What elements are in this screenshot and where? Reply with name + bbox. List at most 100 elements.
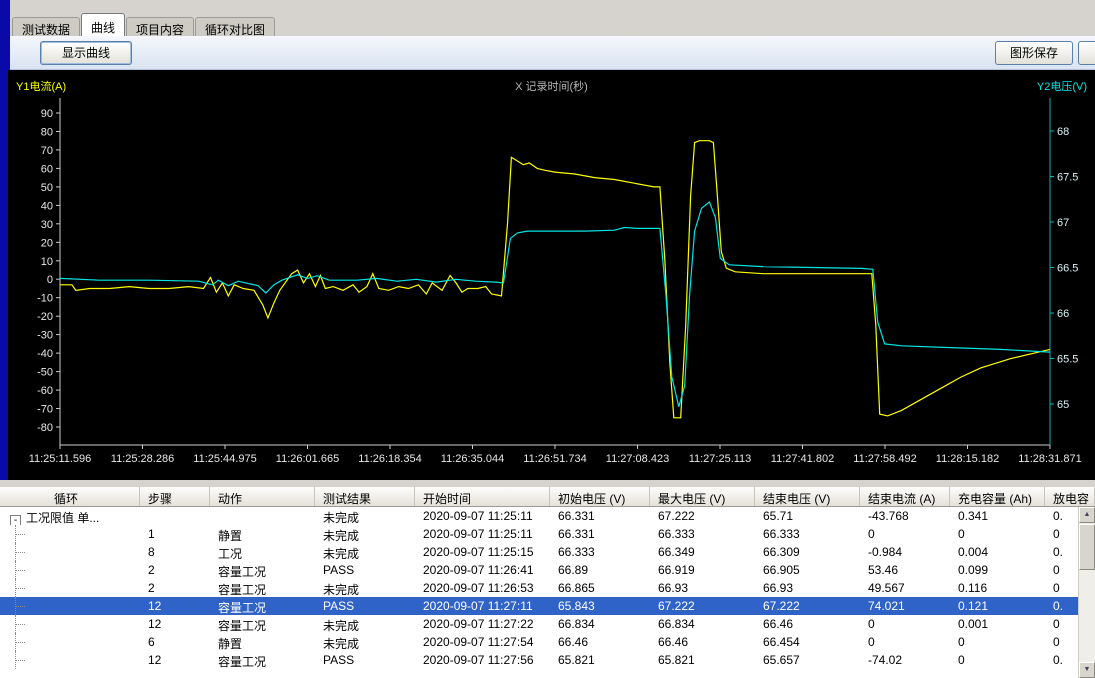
table-row[interactable]: 2容量工况PASS2020-09-07 11:26:4166.8966.9196… [0, 561, 1095, 579]
table-cell: 2020-09-07 11:25:11 [415, 507, 550, 525]
table-cell: 静置 [210, 633, 315, 651]
column-header[interactable]: 初始电压 (V) [550, 487, 650, 506]
table-cell: 容量工况 [210, 597, 315, 615]
svg-text:-70: -70 [37, 404, 53, 416]
table-row[interactable]: 12容量工况PASS2020-09-07 11:27:5665.82165.82… [0, 651, 1095, 669]
table-cell: 66.93 [755, 579, 860, 597]
table-cell: 49.567 [860, 579, 950, 597]
table-cell: 65.71 [755, 507, 860, 525]
table-header: 循环步骤动作测试结果开始时间初始电压 (V)最大电压 (V)结束电压 (V)结束… [0, 487, 1095, 507]
table-cell: 2020-09-07 11:26:53 [415, 579, 550, 597]
svg-text:11:28:15.182: 11:28:15.182 [936, 453, 999, 465]
table-cell: 容量工况 [210, 651, 315, 669]
column-header[interactable]: 放电容 [1045, 487, 1095, 506]
table-row[interactable]: 8工况未完成2020-09-07 11:25:1566.33366.34966.… [0, 543, 1095, 561]
svg-text:11:26:01.665: 11:26:01.665 [276, 453, 339, 465]
table-row[interactable]: -工况限值 单...未完成2020-09-07 11:25:1166.33167… [0, 507, 1095, 525]
column-header[interactable]: 步骤 [140, 487, 210, 506]
column-header[interactable]: 充电容量 (Ah) [950, 487, 1045, 506]
svg-text:11:26:51.734: 11:26:51.734 [523, 453, 586, 465]
panel-divider [0, 480, 1095, 487]
table-cell: 12 [140, 651, 210, 669]
table-cell: PASS [315, 651, 415, 669]
table-row[interactable]: 1静置未完成2020-09-07 11:25:1166.33166.33366.… [0, 525, 1095, 543]
scroll-thumb[interactable] [1079, 524, 1095, 570]
show-curve-button[interactable]: 显示曲线 [40, 41, 132, 65]
column-header[interactable]: 动作 [210, 487, 315, 506]
table-row[interactable]: 12容量工况未完成2020-09-07 11:27:2266.83466.834… [0, 615, 1095, 633]
svg-text:-20: -20 [37, 311, 53, 323]
svg-text:50: 50 [41, 182, 53, 194]
table-cell: 8 [140, 543, 210, 561]
table-cell: 6 [140, 633, 210, 651]
table-cell: 65.821 [550, 651, 650, 669]
table-cell: PASS [315, 561, 415, 579]
column-header[interactable]: 结束电压 (V) [755, 487, 860, 506]
svg-text:11:27:41.802: 11:27:41.802 [771, 453, 834, 465]
table-cell [0, 633, 140, 651]
table-cell: 66.46 [650, 633, 755, 651]
table-cell: 67.222 [650, 507, 755, 525]
table-cell: PASS [315, 597, 415, 615]
table-cell: 66.89 [550, 561, 650, 579]
table-cell: 工况 [210, 543, 315, 561]
table-cell: 66.331 [550, 507, 650, 525]
table-cell: 0.121 [950, 597, 1045, 615]
tree-collapse-icon[interactable]: - [10, 515, 21, 525]
table-row[interactable]: 2容量工况未完成2020-09-07 11:26:5366.86566.9366… [0, 579, 1095, 597]
tree-branch [15, 570, 25, 571]
window-top-strip [10, 0, 1095, 13]
table-cell: -0.984 [860, 543, 950, 561]
tree-branch [15, 642, 25, 643]
svg-text:11:27:58.492: 11:27:58.492 [853, 453, 916, 465]
tab-bar: 测试数据曲线项目内容循环对比图 [10, 13, 1095, 36]
svg-text:11:25:11.596: 11:25:11.596 [29, 453, 92, 465]
svg-text:67.5: 67.5 [1057, 172, 1078, 184]
svg-text:11:27:25.113: 11:27:25.113 [689, 453, 752, 465]
table-cell: 66.309 [755, 543, 860, 561]
table-cell: 0 [950, 633, 1045, 651]
scroll-down-icon[interactable]: ▼ [1079, 662, 1095, 678]
tree-branch [15, 588, 25, 589]
column-header[interactable]: 开始时间 [415, 487, 550, 506]
table-cell: 65.843 [550, 597, 650, 615]
table-vertical-scrollbar[interactable]: ▲ ▼ [1078, 507, 1095, 678]
column-header[interactable]: 最大电压 (V) [650, 487, 755, 506]
svg-text:60: 60 [41, 163, 53, 175]
table-cell: 67.222 [755, 597, 860, 615]
save-graphic-button[interactable]: 图形保存 [995, 41, 1073, 65]
table-row[interactable]: 12容量工况PASS2020-09-07 11:27:1165.84367.22… [0, 597, 1095, 615]
toolbar: 显示曲线 图形保存 曲 [10, 36, 1095, 70]
svg-text:66.5: 66.5 [1057, 263, 1078, 275]
svg-text:11:27:08.423: 11:27:08.423 [606, 453, 669, 465]
table-cell: 2020-09-07 11:25:11 [415, 525, 550, 543]
table-cell: 0.341 [950, 507, 1045, 525]
tab-curve[interactable]: 曲线 [81, 13, 125, 36]
table-cell: 65.821 [650, 651, 755, 669]
table-cell: 容量工况 [210, 561, 315, 579]
table-cell [140, 507, 210, 525]
tab-cycle-compare[interactable]: 循环对比图 [195, 17, 275, 36]
column-header[interactable]: 结束电流 (A) [860, 487, 950, 506]
scroll-up-icon[interactable]: ▲ [1079, 507, 1095, 523]
table-row[interactable]: 6静置未完成2020-09-07 11:27:5466.4666.4666.45… [0, 633, 1095, 651]
save-curve-button[interactable]: 曲 [1078, 41, 1095, 65]
svg-text:-60: -60 [37, 385, 53, 397]
table-cell: 66.919 [650, 561, 755, 579]
column-header[interactable]: 测试结果 [315, 487, 415, 506]
table-cell: 2020-09-07 11:27:22 [415, 615, 550, 633]
chart-svg: Y1电流(A)X 记录时间(秒)Y2电压(V)90807060504030201… [8, 70, 1095, 480]
svg-text:66: 66 [1057, 308, 1069, 320]
column-header[interactable]: 循环 [0, 487, 140, 506]
table-cell: 65.657 [755, 651, 860, 669]
tab-project-content[interactable]: 项目内容 [126, 17, 194, 36]
svg-text:-30: -30 [37, 330, 53, 342]
table-cell: 66.834 [650, 615, 755, 633]
app-window: 测试数据曲线项目内容循环对比图 显示曲线 图形保存 曲 Y1电流(A)X 记录时… [0, 0, 1095, 678]
tab-test-data[interactable]: 测试数据 [12, 17, 80, 36]
table-cell: -工况限值 单... [0, 507, 140, 525]
table-cell: -43.768 [860, 507, 950, 525]
table-cell: 容量工况 [210, 615, 315, 633]
tree-node-label: 工况限值 单... [26, 511, 99, 525]
table-cell: 0 [860, 615, 950, 633]
